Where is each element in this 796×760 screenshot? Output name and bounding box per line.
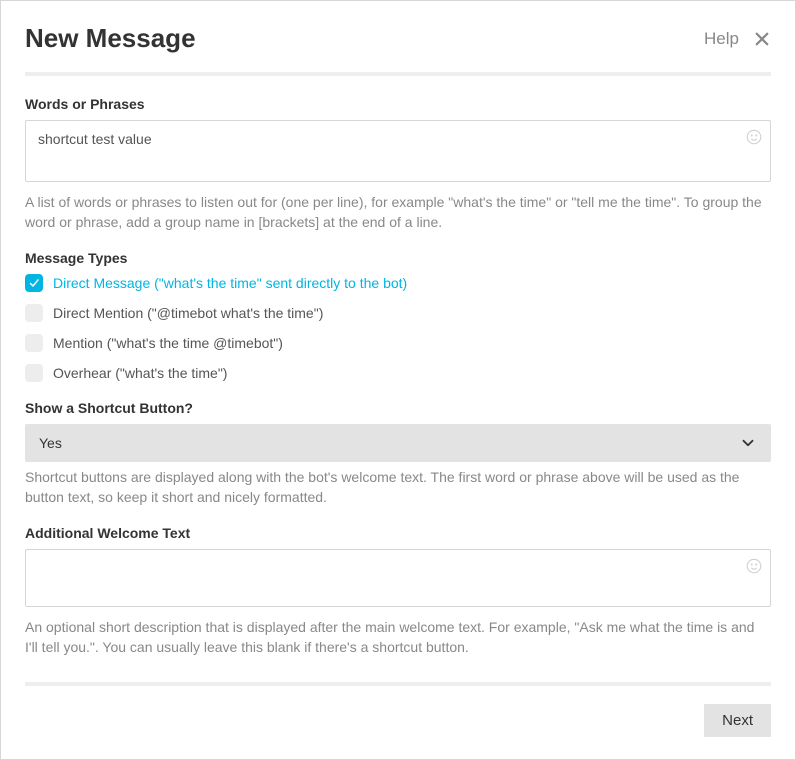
emoji-icon[interactable] [745,128,763,151]
footer-divider [25,682,771,686]
shortcut-select[interactable]: Yes [25,424,771,462]
new-message-modal: New Message Help Words or Phrases A list… [0,0,796,760]
checkbox-label: Direct Mention ("@timebot what's the tim… [53,305,323,321]
checkbox-icon [25,334,43,352]
checkbox-overhear[interactable]: Overhear ("what's the time") [25,364,771,382]
next-button[interactable]: Next [704,704,771,737]
checkbox-label: Mention ("what's the time @timebot") [53,335,283,351]
checkbox-icon [25,274,43,292]
chevron-down-icon [739,434,757,452]
page-title: New Message [25,23,196,54]
checkbox-label: Direct Message ("what's the time" sent d… [53,275,407,291]
help-link[interactable]: Help [704,29,739,49]
words-label: Words or Phrases [25,96,771,112]
shortcut-label: Show a Shortcut Button? [25,400,771,416]
close-icon[interactable] [753,30,771,48]
message-types-list: Direct Message ("what's the time" sent d… [25,274,771,382]
shortcut-selected-value: Yes [39,435,62,451]
words-input[interactable] [25,120,771,182]
checkbox-label: Overhear ("what's the time") [53,365,227,381]
checkbox-icon [25,364,43,382]
header-divider [25,72,771,76]
welcome-helper: An optional short description that is di… [25,618,771,657]
checkbox-direct-mention[interactable]: Direct Mention ("@timebot what's the tim… [25,304,771,322]
words-helper: A list of words or phrases to listen out… [25,193,771,232]
checkbox-icon [25,304,43,322]
checkbox-mention[interactable]: Mention ("what's the time @timebot") [25,334,771,352]
welcome-input[interactable] [25,549,771,607]
shortcut-helper: Shortcut buttons are displayed along wit… [25,468,771,507]
welcome-label: Additional Welcome Text [25,525,771,541]
message-types-label: Message Types [25,250,771,266]
emoji-icon[interactable] [745,557,763,580]
checkbox-direct-message[interactable]: Direct Message ("what's the time" sent d… [25,274,771,292]
